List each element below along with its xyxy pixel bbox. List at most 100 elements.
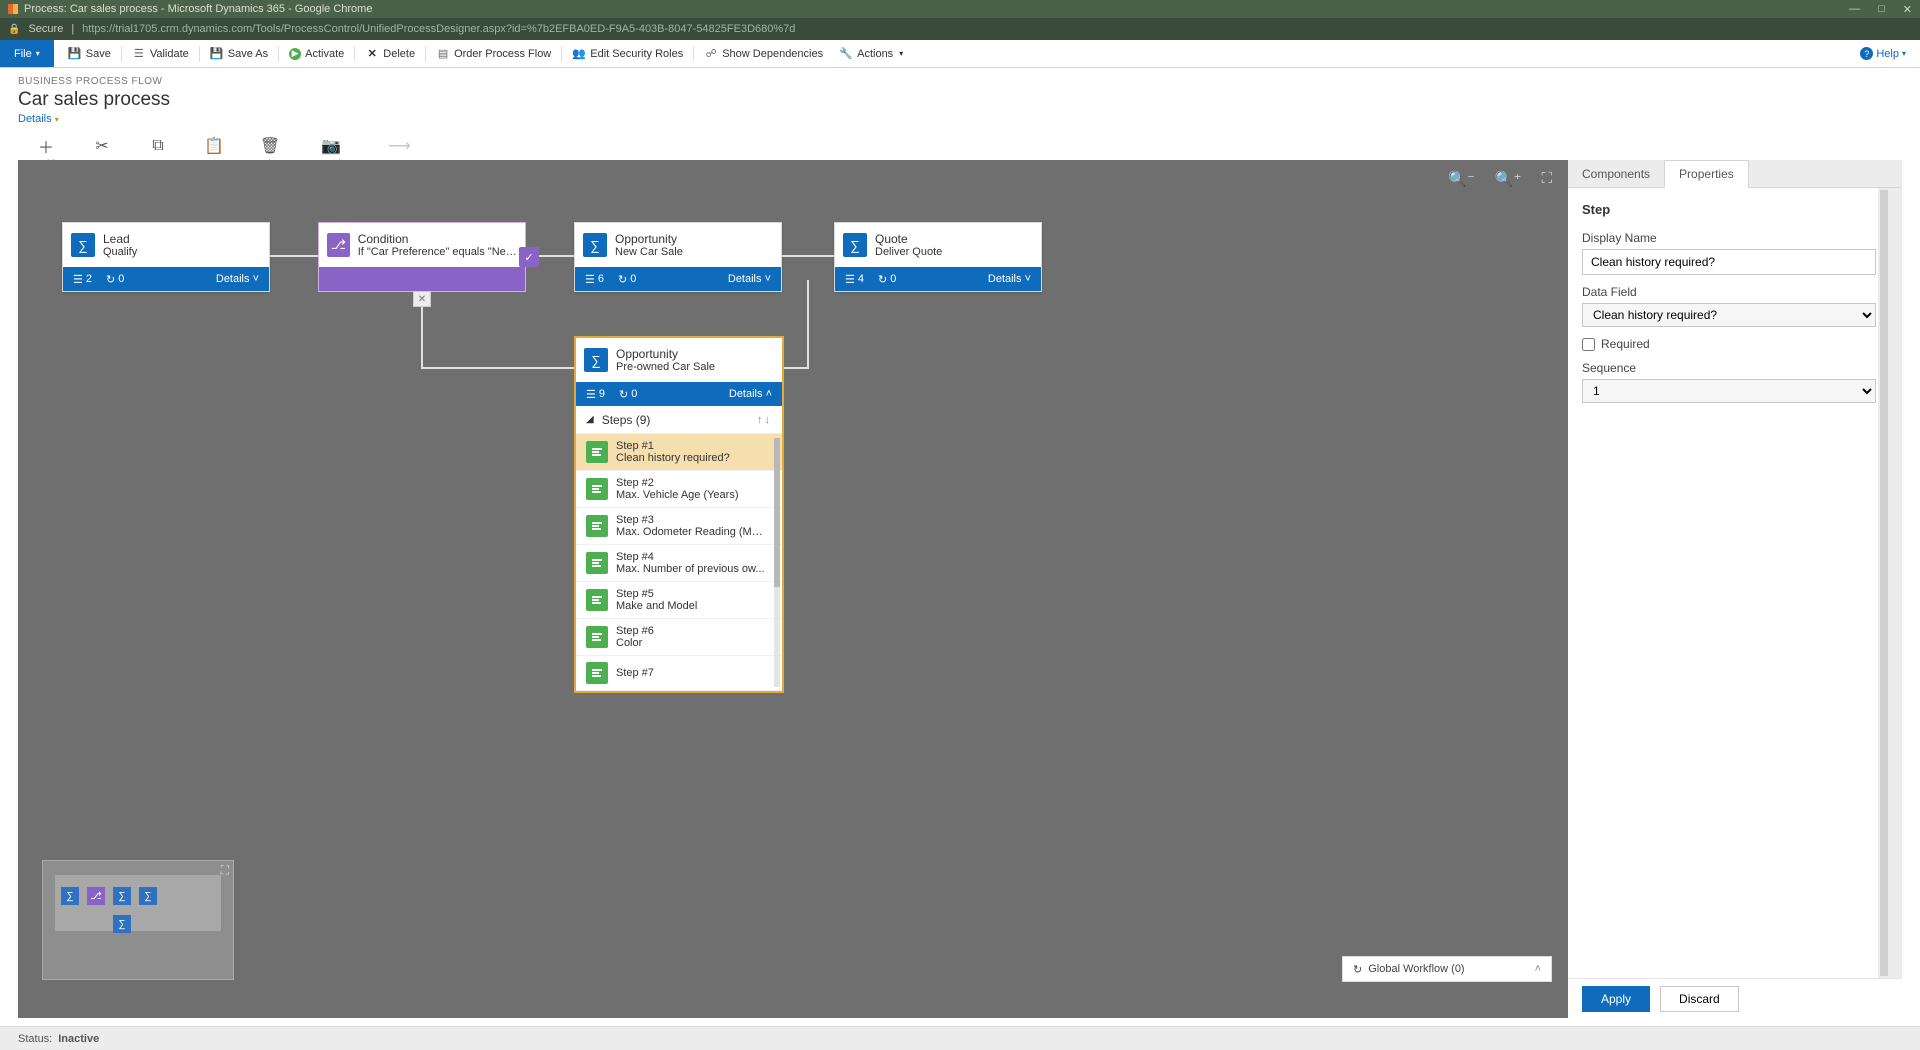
side-scrollbar[interactable] <box>1878 188 1890 978</box>
stage-workflow-count: ↻ 0 <box>106 273 124 286</box>
step-row[interactable]: Step #7 <box>576 656 782 691</box>
chevron-down-icon: ˅ <box>253 273 259 285</box>
step-title: Step #2 <box>616 477 739 489</box>
file-menu[interactable]: File ▾ <box>0 40 54 67</box>
delete-button[interactable]: ✕Delete <box>357 40 423 67</box>
copy-icon: ⧉ <box>152 137 163 155</box>
move-up-icon[interactable]: ↑ <box>757 414 765 426</box>
edit-security-roles-button[interactable]: 👥Edit Security Roles <box>564 40 691 67</box>
condition-false-icon: ✕ <box>413 291 431 307</box>
sequence-select[interactable]: 1 <box>1582 379 1876 403</box>
activate-button[interactable]: ▶Activate <box>281 40 352 67</box>
stage-workflow-count: ↻ 0 <box>878 273 896 286</box>
scissors-icon: ✂ <box>95 137 108 155</box>
step-row[interactable]: Step #4Max. Number of previous ow... <box>576 545 782 582</box>
step-icon <box>586 626 608 648</box>
minimap[interactable]: ⛶ ∑ ⎇ ∑ ∑ ∑ <box>42 860 234 980</box>
stage-quote[interactable]: ∑ Quote Deliver Quote ☰ 4 ↻ 0 Details ˅ <box>834 222 1042 292</box>
stage-opportunity-preowned[interactable]: ∑ Opportunity Pre-owned Car Sale ☰ 9 ↻ 0… <box>574 336 784 693</box>
window-title: Process: Car sales process - Microsoft D… <box>24 3 372 15</box>
stage-details-toggle[interactable]: Details ˄ <box>729 388 772 400</box>
save-button[interactable]: 💾Save <box>60 40 119 67</box>
show-dependencies-button[interactable]: ☍Show Dependencies <box>696 40 831 67</box>
stage-opportunity-new[interactable]: ∑ Opportunity New Car Sale ☰ 6 ↻ 0 Detai… <box>574 222 782 292</box>
step-row[interactable]: Step #2Max. Vehicle Age (Years) <box>576 471 782 508</box>
validate-button[interactable]: ☰Validate <box>124 40 197 67</box>
required-label: Required <box>1601 337 1650 351</box>
help-icon: ? <box>1860 47 1873 60</box>
step-row[interactable]: Step #6Color <box>576 619 782 656</box>
status-label: Status: <box>18 1033 52 1045</box>
window-title-bar: Process: Car sales process - Microsoft D… <box>0 0 1920 18</box>
global-workflow-bar[interactable]: ↻ Global Workflow (0) ˄ <box>1342 956 1552 982</box>
stage-details-toggle[interactable]: Details ˅ <box>728 273 771 285</box>
step-title: Step #6 <box>616 625 654 637</box>
condition-true-icon: ✓ <box>519 247 539 267</box>
stage-entity: Opportunity <box>615 232 683 246</box>
chevron-up-icon: ˄ <box>766 388 772 400</box>
stage-name: New Car Sale <box>615 246 683 258</box>
secure-label: Secure <box>28 23 63 35</box>
tab-components[interactable]: Components <box>1568 160 1664 187</box>
designer-canvas[interactable]: 🔍⁻ 🔍⁺ ⛶ ∑ Lead Qualify ☰ 2 ↻ 0 Details ˅ <box>18 160 1568 1018</box>
expand-icon[interactable]: ⛶ <box>221 863 229 878</box>
step-row[interactable]: Step #3Max. Odometer Reading (Max) <box>576 508 782 545</box>
window-minimize-button[interactable]: ― <box>1849 3 1860 16</box>
required-checkbox[interactable] <box>1582 338 1595 351</box>
side-panel: Components Properties Step Display Name … <box>1568 160 1902 1018</box>
workflow-icon: ↻ <box>1353 963 1362 976</box>
steps-scrollbar[interactable] <box>774 438 780 687</box>
status-bar: Status: Inactive <box>0 1026 1920 1050</box>
header-details-link[interactable]: Details ▾ <box>18 113 59 125</box>
stage-details-toggle[interactable]: Details ˅ <box>216 273 259 285</box>
step-title: Step #3 <box>616 514 766 526</box>
order-process-flow-button[interactable]: ▤Order Process Flow <box>428 40 559 67</box>
step-field: Max. Vehicle Age (Years) <box>616 489 739 501</box>
stage-icon: ∑ <box>843 233 867 257</box>
fit-screen-icon[interactable]: ⛶ <box>1541 170 1552 188</box>
stage-step-count: ☰ 9 <box>586 388 605 401</box>
stage-details-toggle[interactable]: Details ˅ <box>988 273 1031 285</box>
step-row[interactable]: Step #1Clean history required? <box>576 434 782 471</box>
move-down-icon[interactable]: ↓ <box>765 414 773 426</box>
save-icon: 💾 <box>68 47 82 61</box>
security-icon: 👥 <box>572 47 586 61</box>
step-field: Max. Odometer Reading (Max) <box>616 526 766 538</box>
step-icon <box>586 662 608 684</box>
step-title: Step #7 <box>616 667 654 679</box>
window-maximize-button[interactable]: □ <box>1878 3 1885 16</box>
stage-name: Qualify <box>103 246 137 258</box>
step-row[interactable]: Step #5Make and Model <box>576 582 782 619</box>
process-type-label: BUSINESS PROCESS FLOW <box>18 76 1902 87</box>
display-name-input[interactable] <box>1582 249 1876 275</box>
zoom-in-icon[interactable]: 🔍⁺ <box>1495 170 1522 188</box>
help-link[interactable]: ?Help▾ <box>1846 47 1920 60</box>
connector-icon: ⟶ <box>388 137 411 155</box>
stage-icon: ∑ <box>71 233 95 257</box>
deps-icon: ☍ <box>704 47 718 61</box>
actions-menu[interactable]: 🔧Actions▾ <box>831 40 911 67</box>
steps-list: Step #1Clean history required?Step #2Max… <box>576 434 782 691</box>
browser-url-bar: 🔒 Secure | https://trial1705.crm.dynamic… <box>0 18 1920 40</box>
condition-node[interactable]: ⎇ Condition If "Car Preference" equals "… <box>318 222 526 292</box>
save-as-icon: 💾 <box>210 47 224 61</box>
window-close-button[interactable]: ✕ <box>1903 3 1912 16</box>
step-icon <box>586 478 608 500</box>
collapse-triangle-icon[interactable]: ◢ <box>586 414 594 425</box>
tab-properties[interactable]: Properties <box>1664 160 1749 188</box>
global-workflow-label: Global Workflow (0) <box>1368 963 1464 975</box>
data-field-select[interactable]: Clean history required? <box>1582 303 1876 327</box>
plus-icon: ＋ <box>38 137 54 155</box>
apply-button[interactable]: Apply <box>1582 986 1650 1012</box>
stage-step-count: ☰ 2 <box>73 273 92 286</box>
stage-lead[interactable]: ∑ Lead Qualify ☰ 2 ↻ 0 Details ˅ <box>62 222 270 292</box>
zoom-out-icon[interactable]: 🔍⁻ <box>1448 170 1475 188</box>
paste-icon: 📋 <box>204 137 224 155</box>
discard-button[interactable]: Discard <box>1660 986 1739 1012</box>
camera-icon: 📷 <box>321 137 341 155</box>
step-icon <box>586 515 608 537</box>
step-icon <box>586 552 608 574</box>
validate-icon: ☰ <box>132 47 146 61</box>
delete-icon: ✕ <box>365 47 379 61</box>
save-as-button[interactable]: 💾Save As <box>202 40 276 67</box>
